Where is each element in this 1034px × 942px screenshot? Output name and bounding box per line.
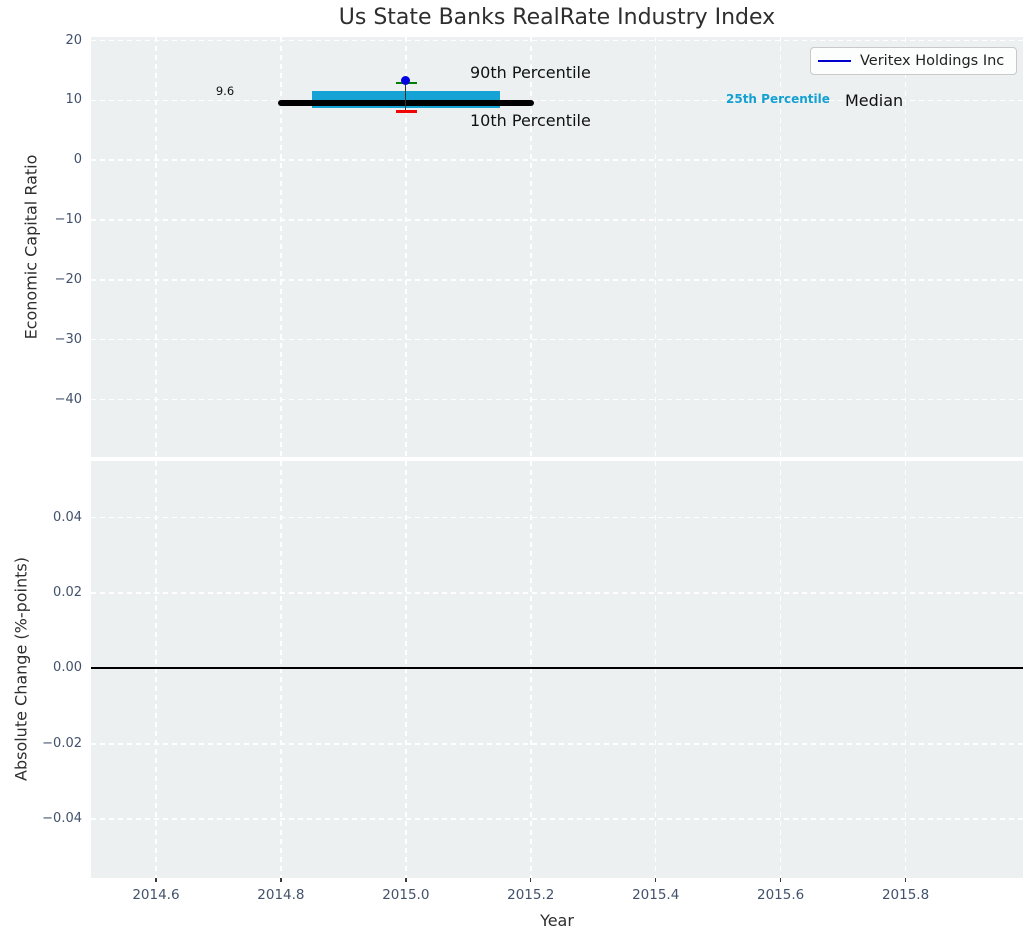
gridline-h — [91, 338, 1023, 341]
x-tick-label: 2015.8 — [881, 887, 930, 903]
x-tick-mark — [280, 878, 282, 882]
gridline-h — [91, 818, 1023, 820]
x-tick-mark — [405, 878, 407, 882]
bottom-plot-area — [91, 461, 1023, 878]
gridline-v — [904, 461, 907, 878]
annotation-90th-percentile: 90th Percentile — [470, 63, 591, 82]
annotation-25th-percentile: 25th Percentile — [726, 92, 830, 106]
gridline-v — [779, 461, 782, 878]
y-tick-label: 10 — [65, 92, 82, 108]
y-axis-label-top: Economic Capital Ratio — [21, 154, 41, 340]
gridline-h — [91, 159, 1023, 161]
x-tick-label: 2015.2 — [507, 887, 555, 903]
zero-line — [91, 667, 1023, 670]
chart-title: Us State Banks RealRate Industry Index — [338, 5, 776, 30]
whisker-stem — [405, 80, 407, 112]
legend: Veritex Holdings Inc — [810, 47, 1017, 75]
y-tick-label: −0.04 — [42, 811, 82, 827]
gridline-v — [405, 461, 407, 878]
gridline-h — [91, 592, 1023, 594]
y-axis-label-bottom: Absolute Change (%-points) — [11, 557, 31, 781]
gridline-h — [91, 743, 1023, 745]
x-tick-label: 2014.6 — [132, 887, 180, 903]
gridline-v — [280, 461, 282, 878]
gridline-v — [654, 461, 657, 878]
legend-label: Veritex Holdings Inc — [860, 53, 1005, 69]
y-tick-label: 20 — [65, 32, 82, 48]
figure: Us State Banks RealRate Industry Index 2… — [0, 0, 1034, 942]
gridline-h — [91, 39, 1023, 42]
x-tick-label: 2015.0 — [382, 887, 430, 903]
x-tick-label: 2015.4 — [632, 887, 680, 903]
gridline-h — [91, 516, 1023, 519]
x-tick-mark — [155, 878, 157, 882]
annotation-median: Median — [845, 91, 904, 110]
x-axis-label: Year — [540, 911, 574, 930]
x-tick-label: 2014.8 — [257, 887, 305, 903]
p10-cap — [395, 110, 418, 114]
annotation-10th-percentile: 10th Percentile — [470, 111, 591, 130]
gridline-h — [91, 219, 1023, 221]
y-tick-label: 0.04 — [53, 509, 82, 525]
gridline-h — [91, 398, 1023, 401]
gridline-v — [530, 461, 532, 878]
y-tick-label: −40 — [54, 391, 82, 407]
gridline-v — [155, 461, 157, 878]
gridline-h — [91, 279, 1023, 281]
x-tick-label: 2015.6 — [757, 887, 805, 903]
annotation-median-value: 9.6 — [215, 84, 235, 98]
x-tick-mark — [530, 878, 532, 882]
x-tick-mark — [654, 878, 657, 882]
legend-line-sample — [818, 59, 851, 63]
x-tick-mark — [779, 878, 782, 882]
x-tick-mark — [904, 878, 907, 882]
